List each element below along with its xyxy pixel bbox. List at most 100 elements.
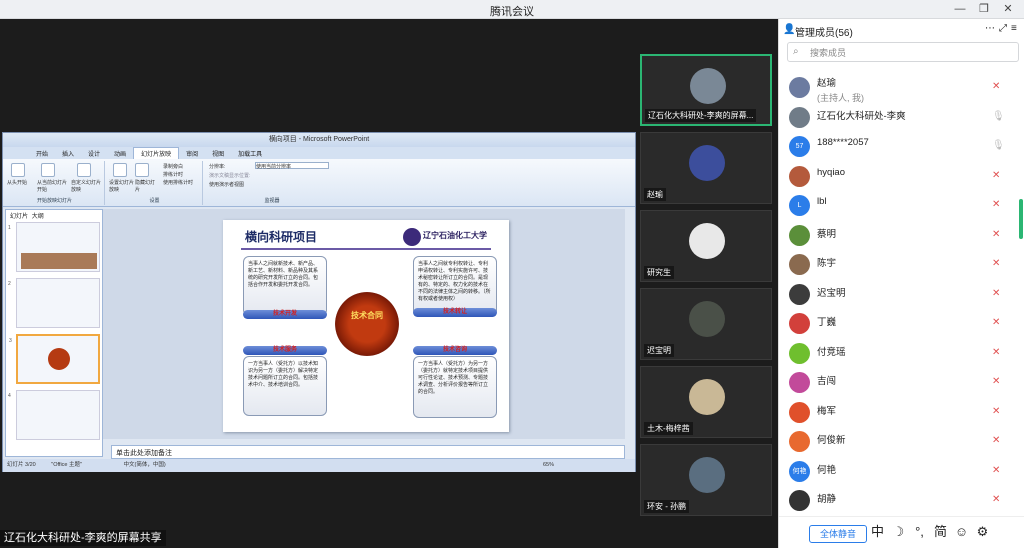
- maximize-button[interactable]: ❐: [976, 2, 992, 16]
- show-on-label: 演示文稿显示位置:: [209, 173, 251, 179]
- title-rule: [241, 248, 491, 250]
- custom-show-icon[interactable]: [77, 163, 91, 177]
- video-tile[interactable]: 辽石化大科研处-李爽的屏幕...: [640, 54, 772, 126]
- close-button[interactable]: ✕: [1000, 2, 1016, 16]
- mute-all-button[interactable]: 全体静音: [809, 525, 867, 543]
- menu-icon[interactable]: ≡: [1011, 23, 1017, 34]
- mic-icon[interactable]: 🎙: [992, 111, 1005, 124]
- setup-show-icon[interactable]: [113, 163, 127, 177]
- pane-tab-slides[interactable]: 幻灯片: [8, 214, 31, 220]
- video-name: 辽石化大科研处-李爽的屏幕...: [645, 109, 757, 122]
- ime-simplified[interactable]: 简: [930, 521, 951, 540]
- mic-muted-icon[interactable]: ✕: [992, 435, 1001, 448]
- member-name: 赵瑜: [817, 78, 837, 89]
- member-row[interactable]: 何艳 何艳 ✕: [779, 458, 1024, 487]
- member-row[interactable]: 赵瑜 (主持人, 我) ✕: [779, 74, 1024, 103]
- notes-field[interactable]: 单击此处添加备注: [111, 445, 625, 459]
- mic-muted-icon[interactable]: ✕: [992, 376, 1001, 389]
- hide-slide-icon[interactable]: [135, 163, 149, 177]
- scrollbar[interactable]: [1019, 199, 1023, 239]
- ribbon-group-monitor: 分辨率: 使用当前分辨率 演示文稿显示位置: 使用演示者视图 监视器: [205, 161, 339, 205]
- record-narration[interactable]: 录制旁白: [163, 163, 183, 170]
- presenter-view-checkbox[interactable]: 使用演示者视图: [209, 181, 244, 188]
- member-row[interactable]: hyqiao ✕: [779, 163, 1024, 192]
- ime-settings-icon[interactable]: ⚙: [972, 524, 993, 540]
- ppt-tab[interactable]: 动画: [107, 148, 133, 159]
- ppt-tab[interactable]: 加载工具: [231, 148, 269, 159]
- ime-chinese[interactable]: 中: [867, 521, 888, 540]
- mic-icon[interactable]: 🎙: [992, 140, 1005, 153]
- ime-emoji-icon[interactable]: ☺: [951, 524, 972, 539]
- hide-label: 隐藏幻灯片: [135, 180, 156, 193]
- member-row[interactable]: 蔡明 ✕: [779, 222, 1024, 251]
- ppt-tab-active[interactable]: 幻灯片放映: [133, 147, 180, 159]
- mic-muted-icon[interactable]: ✕: [992, 465, 1001, 478]
- member-row[interactable]: 辽石化大科研处-李爽 🎙: [779, 104, 1024, 133]
- mic-muted-icon[interactable]: ✕: [992, 494, 1001, 507]
- status-zoom[interactable]: 65%: [543, 459, 554, 472]
- ppt-tab[interactable]: 开始: [29, 148, 55, 159]
- resolution-select[interactable]: 使用当前分辨率: [255, 162, 329, 170]
- mic-muted-icon[interactable]: ✕: [992, 229, 1001, 242]
- slide-thumbnail-pane: 幻灯片 大纲 1 2 3 4: [5, 209, 103, 457]
- video-name: 迟宝明: [644, 344, 674, 357]
- member-row[interactable]: 吉闯 ✕: [779, 369, 1024, 398]
- member-row[interactable]: 丁巍 ✕: [779, 310, 1024, 339]
- play-current-icon[interactable]: [41, 163, 55, 177]
- ppt-tab[interactable]: 插入: [55, 148, 81, 159]
- popout-icon[interactable]: ⤢: [999, 23, 1007, 34]
- ime-punct[interactable]: °,: [909, 524, 930, 539]
- mic-muted-icon[interactable]: ✕: [992, 170, 1001, 183]
- member-row[interactable]: 陈宇 ✕: [779, 251, 1024, 280]
- video-tile[interactable]: 赵瑜: [640, 132, 772, 204]
- slide-thumbnail[interactable]: 2: [8, 278, 100, 328]
- minimize-button[interactable]: —: [952, 2, 968, 16]
- ppt-tab[interactable]: 视图: [205, 148, 231, 159]
- play-icon[interactable]: [11, 163, 25, 177]
- video-tile[interactable]: 土木-梅梓茜: [640, 366, 772, 438]
- ppt-ribbon: 从头开始 从当前幻灯片开始 自定义幻灯片放映 开始放映幻灯片 设置幻灯片放映 隐…: [3, 159, 635, 207]
- slide-thumbnail[interactable]: 4: [8, 390, 100, 440]
- current-slide[interactable]: 横向科研项目 辽宁石油化工大学 当事人之间就新技术、新产品、新工艺、新材料、新品…: [223, 220, 509, 432]
- avatar: [789, 431, 810, 452]
- pane-tabs: 幻灯片 大纲: [8, 211, 44, 220]
- member-row[interactable]: Llbl ✕: [779, 192, 1024, 221]
- avatar: [789, 254, 810, 275]
- mic-muted-icon[interactable]: ✕: [992, 347, 1001, 360]
- video-name: 赵瑜: [644, 188, 666, 201]
- video-tile[interactable]: 环安 - 孙鹏: [640, 444, 772, 516]
- window-titlebar: 腾讯会议 — ❐ ✕: [0, 0, 1024, 19]
- use-timing-checkbox[interactable]: 使用排练计时: [163, 179, 193, 186]
- member-row[interactable]: 迟宝明 ✕: [779, 281, 1024, 310]
- member-row[interactable]: 梅军 ✕: [779, 399, 1024, 428]
- slide-thumbnail[interactable]: 1: [8, 222, 100, 272]
- video-tiles: 辽石化大科研处-李爽的屏幕... 赵瑜 研究生 迟宝明 土木-梅梓茜 环安 - …: [640, 54, 774, 522]
- video-tile[interactable]: 研究生: [640, 210, 772, 282]
- ribbon-group-start: 从头开始 从当前幻灯片开始 自定义幻灯片放映 开始放映幻灯片: [5, 161, 105, 205]
- shared-screen: 横向项目 - Microsoft PowerPoint 开始 插入 设计 动画 幻灯片放…: [2, 132, 636, 472]
- ribbon-group-label: 监视器: [264, 198, 280, 204]
- ime-moon-icon[interactable]: ☽: [888, 524, 909, 540]
- member-name: 丁巍: [817, 317, 837, 328]
- ppt-tab[interactable]: 设计: [81, 148, 107, 159]
- mic-muted-icon[interactable]: ✕: [992, 199, 1001, 212]
- slide-thumbnail-selected[interactable]: 3: [9, 334, 100, 384]
- member-row[interactable]: 57 188****2057 🎙: [779, 133, 1024, 162]
- mic-muted-icon[interactable]: ✕: [992, 317, 1001, 330]
- member-row[interactable]: 付竞瑶 ✕: [779, 340, 1024, 369]
- ppt-tab[interactable]: 审阅: [179, 148, 205, 159]
- member-row[interactable]: 何俊新 ✕: [779, 428, 1024, 457]
- mic-muted-icon[interactable]: ✕: [992, 258, 1001, 271]
- video-tile[interactable]: 迟宝明: [640, 288, 772, 360]
- setup-label: 设置幻灯片放映: [109, 180, 135, 193]
- mic-muted-icon[interactable]: ✕: [992, 81, 1001, 94]
- ppt-ribbon-tabs: 开始 插入 设计 动画 幻灯片放映 审阅 视图 加载工具: [3, 147, 635, 159]
- member-search-input[interactable]: 搜索成员: [787, 42, 1019, 62]
- member-row[interactable]: 胡静 ✕: [779, 487, 1024, 516]
- more-icon[interactable]: ⋯: [985, 23, 995, 34]
- rehearse-timing[interactable]: 排练计时: [163, 171, 183, 178]
- pane-tab-outline[interactable]: 大纲: [32, 214, 44, 220]
- avatar: L: [789, 195, 810, 216]
- mic-muted-icon[interactable]: ✕: [992, 406, 1001, 419]
- mic-muted-icon[interactable]: ✕: [992, 288, 1001, 301]
